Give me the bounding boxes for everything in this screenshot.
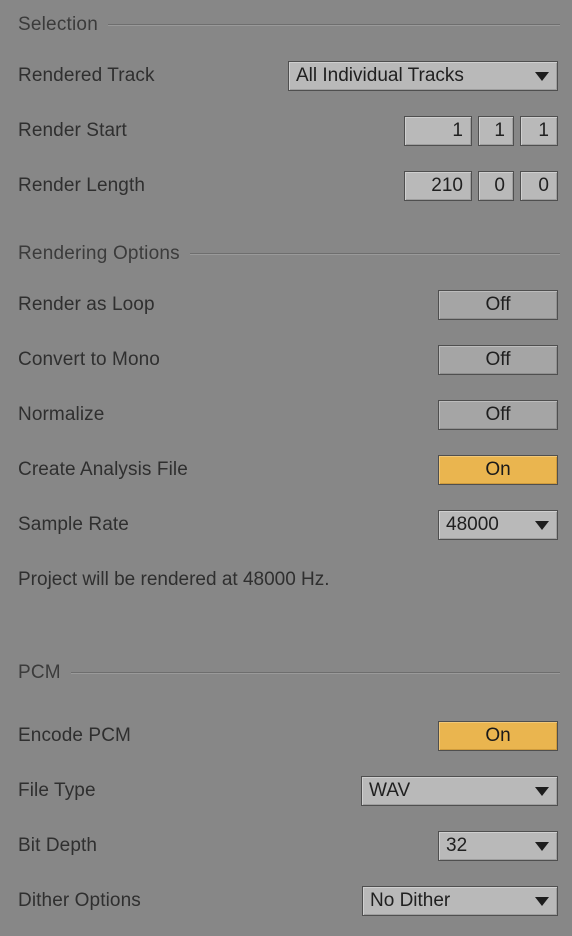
label-file-type: File Type [18, 780, 96, 801]
section-title-pcm: PCM [18, 662, 61, 683]
render-as-loop-toggle[interactable]: Off [438, 290, 558, 320]
render-length-sixteenths-field[interactable]: 0 [520, 171, 558, 201]
file-type-value: WAV [369, 780, 411, 801]
section-header-rendering-options: Rendering Options [18, 243, 560, 265]
row-sample-rate-info: Project will be rendered at 48000 Hz. [0, 563, 572, 597]
section-title-rendering-options: Rendering Options [18, 243, 180, 264]
rendered-track-dropdown[interactable]: All Individual Tracks [288, 61, 558, 91]
row-encode-pcm: Encode PCM On [0, 719, 572, 753]
dither-options-dropdown[interactable]: No Dither [362, 886, 558, 916]
section-rule-pcm [70, 672, 560, 674]
chevron-down-icon [535, 786, 549, 796]
rendered-track-value: All Individual Tracks [296, 65, 464, 86]
label-rendered-track: Rendered Track [18, 65, 155, 86]
label-dither-options: Dither Options [18, 890, 141, 911]
normalize-toggle[interactable]: Off [438, 400, 558, 430]
label-render-as-loop: Render as Loop [18, 294, 155, 315]
section-rule-selection [107, 24, 560, 26]
chevron-down-icon [535, 841, 549, 851]
row-render-length: Render Length 210 0 0 [0, 169, 572, 203]
sample-rate-dropdown[interactable]: 48000 [438, 510, 558, 540]
create-analysis-file-toggle[interactable]: On [438, 455, 558, 485]
row-convert-to-mono: Convert to Mono Off [0, 343, 572, 377]
convert-to-mono-toggle[interactable]: Off [438, 345, 558, 375]
sample-rate-value: 48000 [446, 514, 499, 535]
export-audio-settings-panel: Selection Rendered Track All Individual … [0, 0, 572, 936]
row-sample-rate: Sample Rate 48000 [0, 508, 572, 542]
label-render-start: Render Start [18, 120, 127, 141]
label-normalize: Normalize [18, 404, 105, 425]
render-length-bars-field[interactable]: 210 [404, 171, 472, 201]
file-type-dropdown[interactable]: WAV [361, 776, 558, 806]
chevron-down-icon [535, 896, 549, 906]
row-dither-options: Dither Options No Dither [0, 884, 572, 918]
render-length-beats-field[interactable]: 0 [478, 171, 514, 201]
section-rule-rendering-options [189, 253, 560, 255]
row-bit-depth: Bit Depth 32 [0, 829, 572, 863]
sample-rate-info-text: Project will be rendered at 48000 Hz. [18, 569, 330, 590]
row-render-start: Render Start 1 1 1 [0, 114, 572, 148]
row-normalize: Normalize Off [0, 398, 572, 432]
row-create-analysis-file: Create Analysis File On [0, 453, 572, 487]
row-render-as-loop: Render as Loop Off [0, 288, 572, 322]
label-create-analysis-file: Create Analysis File [18, 459, 188, 480]
label-render-length: Render Length [18, 175, 146, 196]
row-rendered-track: Rendered Track All Individual Tracks [0, 59, 572, 93]
label-bit-depth: Bit Depth [18, 835, 98, 856]
render-start-bars-field[interactable]: 1 [404, 116, 472, 146]
label-encode-pcm: Encode PCM [18, 725, 131, 746]
bit-depth-value: 32 [446, 835, 468, 856]
dither-options-value: No Dither [370, 890, 451, 911]
section-header-pcm: PCM [18, 662, 560, 684]
section-title-selection: Selection [18, 14, 98, 35]
label-sample-rate: Sample Rate [18, 514, 129, 535]
chevron-down-icon [535, 71, 549, 81]
label-convert-to-mono: Convert to Mono [18, 349, 160, 370]
row-file-type: File Type WAV [0, 774, 572, 808]
section-header-selection: Selection [18, 14, 560, 36]
render-start-sixteenths-field[interactable]: 1 [520, 116, 558, 146]
bit-depth-dropdown[interactable]: 32 [438, 831, 558, 861]
chevron-down-icon [535, 520, 549, 530]
encode-pcm-toggle[interactable]: On [438, 721, 558, 751]
render-start-beats-field[interactable]: 1 [478, 116, 514, 146]
